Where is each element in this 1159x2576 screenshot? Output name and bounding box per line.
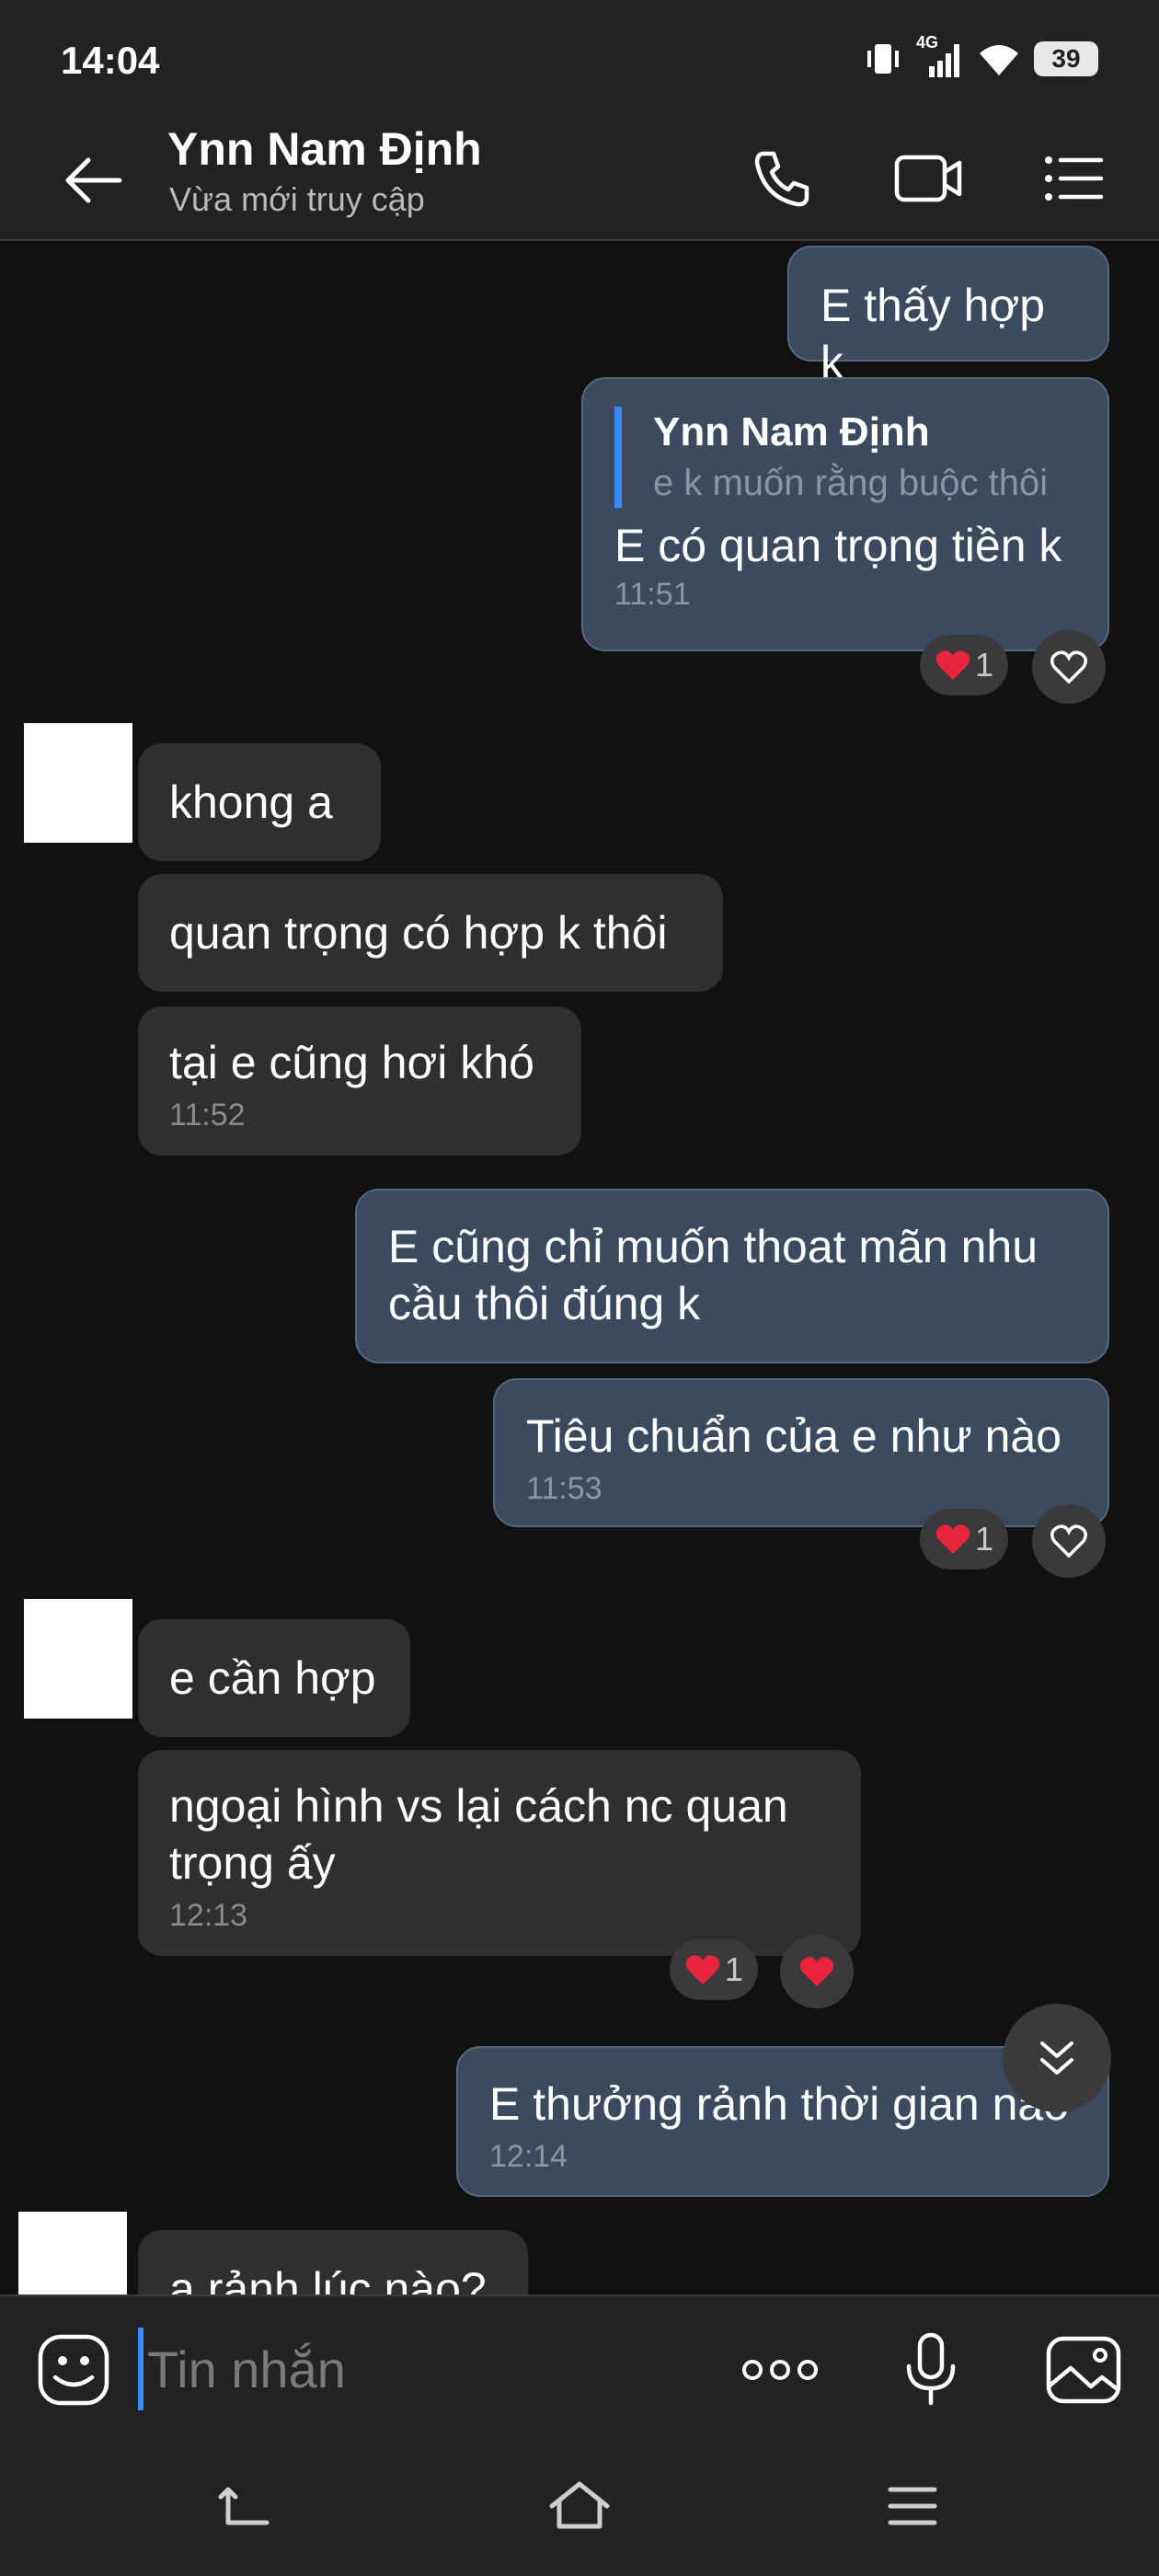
heart-icon bbox=[935, 650, 970, 680]
message-bubble-outgoing[interactable]: Tiêu chuẩn của e như nào 11:53 bbox=[493, 1378, 1109, 1527]
quoted-text: e k muốn rằng buộc thôi bbox=[653, 463, 1049, 503]
message-bubble-incoming[interactable]: a rảnh lúc nào? bbox=[138, 2230, 528, 2294]
menu-button[interactable] bbox=[1036, 140, 1113, 217]
message-bubble-outgoing[interactable]: Ynn Nam Định e k muốn rằng buộc thôi E c… bbox=[581, 377, 1109, 651]
more-icon bbox=[742, 2360, 818, 2380]
heart-icon bbox=[799, 1957, 834, 1986]
message-text: quan trọng có hợp k thôi bbox=[169, 907, 668, 959]
nav-back-button[interactable] bbox=[189, 2460, 300, 2552]
heart-outline-icon bbox=[1050, 1524, 1087, 1558]
status-icons: 4G 39 bbox=[863, 33, 1098, 81]
quoted-author: Ynn Nam Định bbox=[653, 409, 930, 454]
message-list[interactable]: E thấy hợp k Ynn Nam Định e k muốn rằng … bbox=[0, 241, 1159, 2294]
signal-icon bbox=[929, 44, 959, 77]
image-button[interactable] bbox=[1038, 2324, 1130, 2416]
react-button[interactable] bbox=[780, 1935, 854, 2008]
sticker-icon bbox=[38, 2334, 109, 2406]
scroll-down-icon bbox=[1040, 2041, 1073, 2075]
message-text: ngoại hình vs lại cách nc quan trọng ấy bbox=[169, 1780, 788, 1889]
message-time: 12:14 bbox=[489, 2139, 568, 2174]
message-text: khong a bbox=[169, 776, 333, 828]
video-call-button[interactable] bbox=[890, 140, 968, 217]
system-nav-bar bbox=[0, 2442, 1159, 2576]
microphone-icon bbox=[906, 2332, 956, 2406]
message-bubble-incoming[interactable]: e cần hợp bbox=[138, 1619, 410, 1737]
message-text: E thấy hợp k bbox=[820, 280, 1046, 388]
message-time: 11:53 bbox=[526, 1471, 602, 1506]
avatar[interactable] bbox=[18, 2212, 127, 2294]
message-bubble-incoming[interactable]: quan trọng có hợp k thôi bbox=[138, 874, 723, 992]
nav-menu-icon bbox=[888, 2487, 937, 2525]
message-bubble-outgoing[interactable]: E cũng chỉ muốn thoat mãn nhu cầu thôi đ… bbox=[355, 1189, 1109, 1363]
chat-header: Ynn Nam Định Vừa mới truy cập bbox=[0, 118, 1159, 241]
message-text: E có quan trọng tiền k bbox=[614, 520, 1062, 571]
message-bubble-incoming[interactable]: ngoại hình vs lại cách nc quan trọng ấy … bbox=[138, 1750, 861, 1956]
nav-home-button[interactable] bbox=[524, 2460, 635, 2552]
voice-message-button[interactable] bbox=[885, 2324, 977, 2416]
nav-home-icon bbox=[549, 2481, 610, 2529]
phone-icon bbox=[754, 151, 809, 207]
message-composer bbox=[0, 2294, 1159, 2442]
avatar[interactable] bbox=[24, 1599, 132, 1719]
battery-indicator: 39 bbox=[1034, 41, 1098, 76]
heart-icon bbox=[935, 1524, 970, 1554]
heart-icon bbox=[685, 1955, 720, 1984]
reaction-summary[interactable]: 1 bbox=[920, 635, 1008, 696]
back-button[interactable] bbox=[55, 144, 129, 217]
message-time: 11:51 bbox=[614, 577, 691, 612]
react-button[interactable] bbox=[1032, 630, 1106, 704]
wifi-icon bbox=[980, 45, 1018, 75]
message-text: e cần hợp bbox=[169, 1652, 376, 1704]
heart-outline-icon bbox=[1050, 650, 1087, 684]
contact-status: Vừa mới truy cập bbox=[169, 180, 425, 218]
contact-name[interactable]: Ynn Nam Định bbox=[167, 120, 482, 178]
scroll-to-bottom-button[interactable] bbox=[1003, 2004, 1111, 2112]
image-icon bbox=[1046, 2336, 1121, 2404]
message-text: tại e cũng hơi khó bbox=[169, 1037, 534, 1088]
message-bubble-incoming[interactable]: khong a bbox=[138, 743, 381, 861]
message-time: 11:52 bbox=[169, 1098, 246, 1133]
reaction-count: 1 bbox=[724, 1950, 743, 1988]
status-time: 14:04 bbox=[61, 39, 160, 82]
message-bubble-outgoing[interactable]: E thấy hợp k bbox=[787, 246, 1109, 388]
status-bar: 14:04 4G 39 bbox=[0, 0, 1159, 118]
nav-back-icon bbox=[218, 2487, 270, 2525]
menu-list-icon bbox=[1045, 156, 1104, 201]
call-button[interactable] bbox=[743, 140, 820, 217]
nav-menu-button[interactable] bbox=[857, 2460, 968, 2552]
reaction-summary[interactable]: 1 bbox=[920, 1509, 1008, 1570]
back-arrow-icon bbox=[65, 157, 122, 203]
message-text: Tiêu chuẩn của e như nào bbox=[526, 1410, 1062, 1462]
message-text: a rảnh lúc nào? bbox=[169, 2263, 487, 2294]
message-text: E thưởng rảnh thời gian nào bbox=[489, 2078, 1070, 2130]
message-time: 12:13 bbox=[169, 1898, 248, 1933]
reaction-summary[interactable]: 1 bbox=[670, 1939, 758, 2000]
video-call-icon bbox=[894, 155, 962, 202]
message-text: E cũng chỉ muốn thoat mãn nhu cầu thôi đ… bbox=[388, 1221, 1039, 1329]
react-button[interactable] bbox=[1032, 1504, 1106, 1578]
avatar[interactable] bbox=[24, 723, 132, 843]
reaction-count: 1 bbox=[974, 1520, 993, 1558]
signal-group: 4G bbox=[916, 33, 964, 79]
more-button[interactable] bbox=[734, 2324, 826, 2416]
vibrate-icon bbox=[867, 44, 899, 74]
message-input[interactable] bbox=[138, 2328, 690, 2410]
message-bubble-incoming[interactable]: tại e cũng hơi khó 11:52 bbox=[138, 1006, 581, 1156]
quoted-message[interactable]: Ynn Nam Định e k muốn rằng buộc thôi bbox=[614, 407, 1076, 508]
reaction-count: 1 bbox=[974, 646, 993, 684]
sticker-button[interactable] bbox=[28, 2324, 120, 2416]
